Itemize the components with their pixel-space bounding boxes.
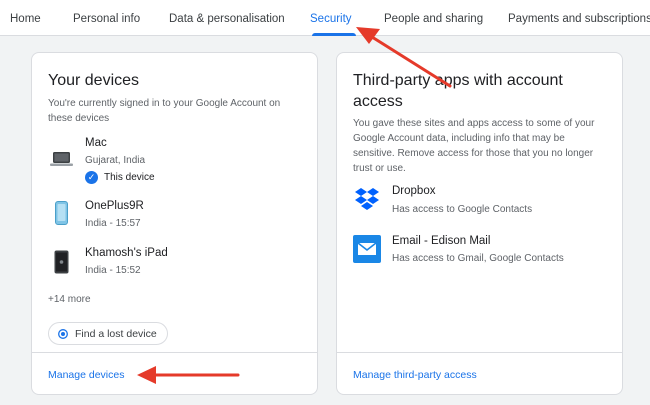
location-target-icon	[58, 328, 68, 339]
account-page: Home Personal info Data & personalisatio…	[0, 0, 650, 405]
devices-card-description: You're currently signed in to your Googl…	[48, 98, 281, 124]
phone-icon	[55, 201, 68, 230]
apps-card-title: Third-party apps with account access	[353, 72, 563, 110]
device-name-mac[interactable]: Mac	[85, 137, 107, 149]
device-location-oneplus: India - 15:57	[85, 218, 141, 229]
device-location-ipad: India - 15:52	[85, 265, 141, 276]
tab-bar: Home Personal info Data & personalisatio…	[0, 0, 650, 36]
devices-card-title: Your devices	[48, 72, 140, 89]
devices-card: Your devices You're currently signed in …	[31, 52, 318, 395]
mail-icon	[353, 235, 381, 263]
this-device-label: This device	[104, 172, 155, 183]
active-tab-indicator	[312, 33, 356, 36]
apps-card-description: You gave these sites and apps access to …	[353, 118, 595, 174]
manage-devices-link[interactable]: Manage devices	[48, 369, 124, 381]
this-device-badge: ✓ This device	[85, 171, 155, 184]
app-name-edison-mail[interactable]: Email - Edison Mail	[392, 235, 490, 247]
tab-people-sharing[interactable]: People and sharing	[384, 13, 483, 25]
find-lost-device-button[interactable]: Find a lost device	[48, 322, 168, 345]
devices-card-footer: Manage devices	[32, 352, 317, 394]
manage-third-party-access-link[interactable]: Manage third-party access	[353, 369, 477, 381]
tab-security[interactable]: Security	[310, 13, 352, 25]
apps-card-footer: Manage third-party access	[337, 352, 622, 394]
third-party-apps-card: Third-party apps with account access You…	[336, 52, 623, 395]
tab-home[interactable]: Home	[10, 13, 41, 25]
dropbox-icon	[353, 185, 381, 213]
app-access-edison-mail: Has access to Gmail, Google Contacts	[392, 253, 564, 264]
laptop-icon	[50, 151, 73, 172]
device-name-oneplus[interactable]: OnePlus9R	[85, 200, 144, 212]
app-name-dropbox[interactable]: Dropbox	[392, 185, 435, 197]
check-circle-icon: ✓	[85, 171, 98, 184]
find-lost-device-label: Find a lost device	[75, 327, 157, 340]
tab-payments-subscriptions[interactable]: Payments and subscriptions	[508, 13, 650, 25]
tab-personal-info[interactable]: Personal info	[73, 13, 140, 25]
tab-data-personalisation[interactable]: Data & personalisation	[169, 13, 285, 25]
device-location-mac: Gujarat, India	[85, 155, 146, 166]
tablet-icon	[54, 250, 69, 279]
device-name-ipad[interactable]: Khamosh's iPad	[85, 247, 168, 259]
app-access-dropbox: Has access to Google Contacts	[392, 204, 533, 215]
more-devices-link[interactable]: +14 more	[48, 294, 91, 305]
